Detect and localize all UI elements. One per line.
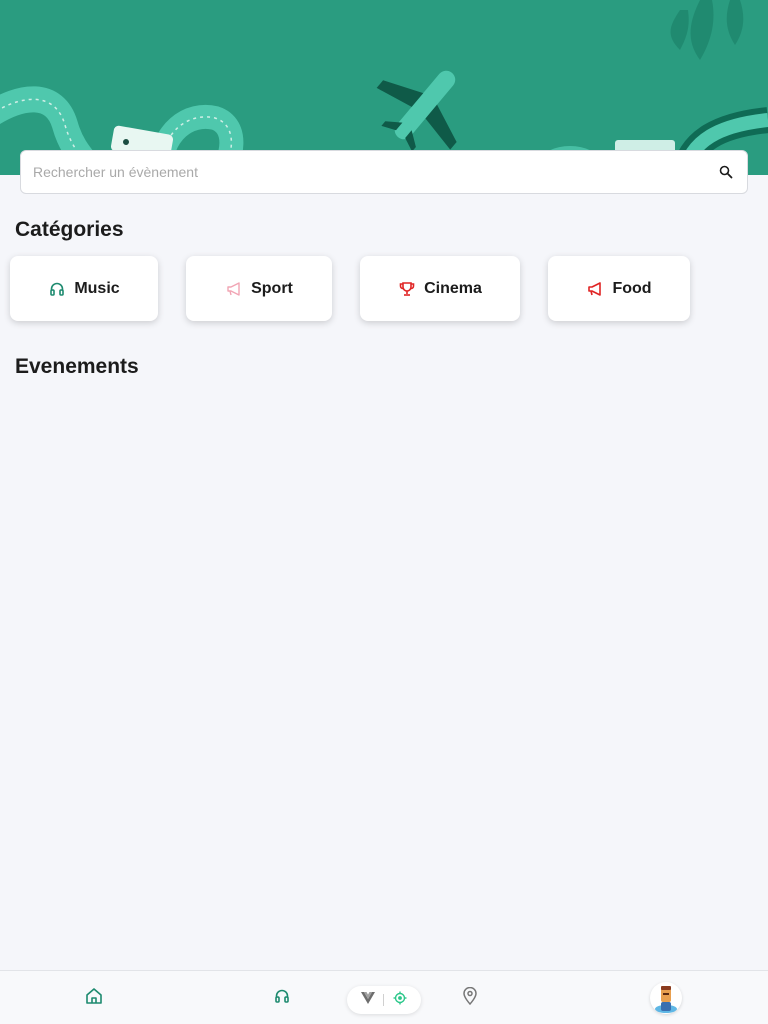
categories-title: Catégories	[15, 218, 124, 241]
search-input[interactable]	[33, 164, 717, 180]
target-icon[interactable]	[393, 991, 407, 1010]
headphones-icon	[274, 988, 290, 1009]
travel-illustration	[0, 0, 768, 175]
profile-avatar[interactable]	[650, 982, 682, 1014]
vue-logo-icon[interactable]	[361, 991, 376, 1009]
megaphone-icon	[586, 280, 604, 298]
category-label: Music	[74, 279, 120, 297]
nav-home[interactable]	[82, 986, 106, 1010]
category-label: Cinema	[424, 279, 482, 297]
category-label: Sport	[251, 279, 293, 297]
hero-banner	[0, 0, 768, 175]
nav-music[interactable]	[270, 986, 294, 1010]
category-card-sport[interactable]: Sport	[186, 256, 332, 321]
devtools-pill[interactable]	[347, 986, 421, 1014]
map-pin-icon	[462, 986, 478, 1010]
category-card-cinema[interactable]: Cinema	[360, 256, 520, 321]
category-label: Food	[612, 279, 652, 297]
category-card-music[interactable]: Music	[10, 256, 158, 321]
megaphone-icon	[225, 280, 243, 298]
trophy-icon	[398, 280, 416, 298]
headphones-icon	[48, 280, 66, 298]
home-icon	[85, 987, 103, 1010]
events-title: Evenements	[15, 355, 139, 378]
search-icon[interactable]	[717, 163, 735, 181]
divider	[383, 994, 385, 1006]
category-card-food[interactable]: Food	[548, 256, 690, 321]
nav-location[interactable]	[458, 986, 482, 1010]
search-bar[interactable]	[20, 150, 748, 194]
avatar-icon	[655, 986, 677, 1013]
